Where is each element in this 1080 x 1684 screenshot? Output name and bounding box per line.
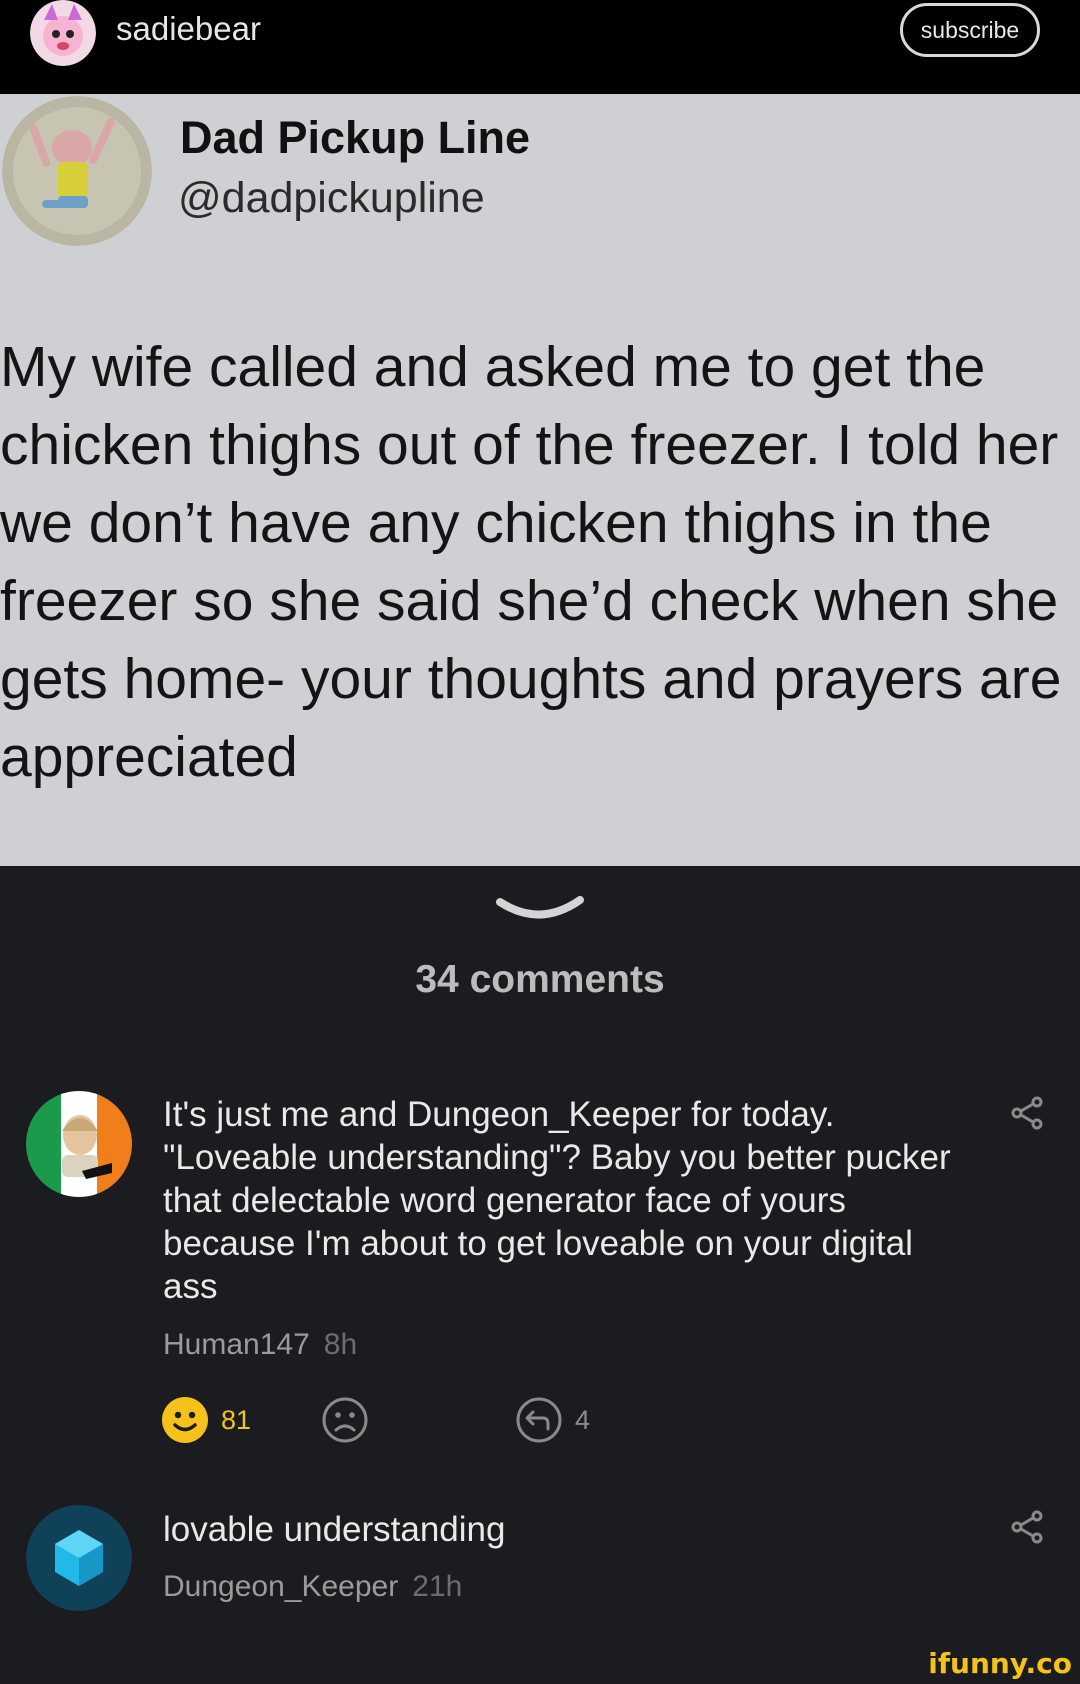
share-icon[interactable]: [1010, 1096, 1044, 1130]
comment-avatar[interactable]: [26, 1091, 132, 1197]
tweet-avatar: [2, 96, 152, 246]
comment-time: 21h: [412, 1570, 463, 1603]
smile-action[interactable]: 81: [161, 1396, 251, 1444]
reply-action[interactable]: 4: [515, 1396, 590, 1444]
frown-icon[interactable]: [321, 1396, 369, 1444]
comment-author[interactable]: Dungeon_Keeper: [163, 1570, 398, 1603]
top-bar: sadiebear subscribe: [0, 0, 1080, 94]
unsmile-action[interactable]: [321, 1396, 369, 1444]
reply-icon[interactable]: [515, 1396, 563, 1444]
comment-text: lovable understanding: [163, 1510, 506, 1549]
comments-count: 34 comments: [415, 958, 665, 1001]
reply-count: 4: [575, 1404, 591, 1435]
comment-time: 8h: [323, 1328, 358, 1361]
smile-count: 81: [221, 1404, 252, 1435]
user-avatar[interactable]: [30, 0, 96, 66]
ifunny-watermark: ifunny.co: [928, 1647, 1072, 1680]
tweet-text: My wife called and asked me to get the c…: [0, 335, 1062, 789]
smile-icon[interactable]: [161, 1396, 209, 1444]
subscribe-button[interactable]: subscribe: [900, 3, 1040, 57]
chevron-down-icon[interactable]: [496, 894, 584, 924]
comment-avatar[interactable]: [26, 1505, 132, 1611]
comment-meta: Human147 8h: [163, 1328, 357, 1362]
comment-text: It's just me and Dungeon_Keeper for toda…: [163, 1095, 951, 1306]
comment-author[interactable]: Human147: [163, 1328, 310, 1361]
tweet-handle: @dadpickupline: [178, 174, 485, 222]
tweet-display-name: Dad Pickup Line: [180, 112, 531, 163]
username[interactable]: sadiebear: [116, 10, 261, 48]
comment-meta: Dungeon_Keeper 21h: [163, 1570, 462, 1604]
post-image: Dad Pickup Line @dadpickupline My wife c…: [0, 94, 1080, 866]
share-icon[interactable]: [1010, 1510, 1044, 1544]
